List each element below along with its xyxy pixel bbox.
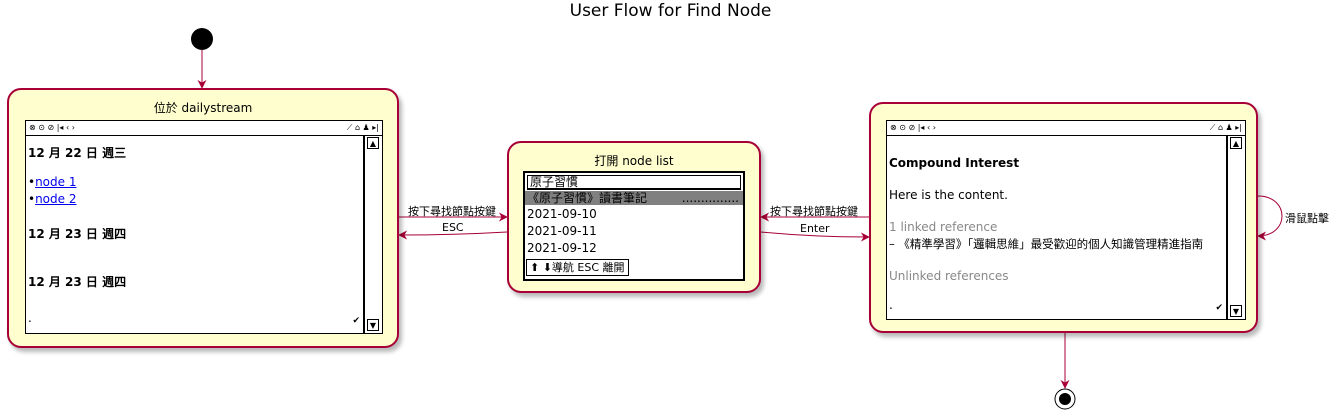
list-item-selected[interactable]: 《原子習慣》讀書筆記 ............... [525, 191, 743, 205]
unlinked-references-header[interactable]: Unlinked references [889, 269, 1009, 283]
state-dailystream: 位於 dailystream ⊗ ⊙ ⊘ |◂ ‹ › ⟋ ⌂ ♟ ▸| 12 … [7, 88, 399, 348]
mouse-click-loop [1257, 195, 1283, 241]
page-body: Here is the content. [889, 188, 1008, 202]
window-frame: ⊗ ⊙ ⊘ |◂ ‹ › ⟋ ⌂ ♟ ▸| 12 月 22 日 週三 •node… [25, 120, 383, 334]
check-circle-icon: ✔ [352, 316, 360, 326]
scroll-down-icon[interactable]: ▼ [1230, 305, 1242, 317]
search-input[interactable]: 原子習慣 [527, 175, 741, 190]
scroll-up-icon[interactable]: ▲ [1230, 137, 1242, 149]
date-heading: 12 月 22 日 週三 [28, 146, 127, 160]
transition-label-find: 按下尋找節點按鍵 [408, 205, 496, 218]
list-item-suffix: ............... [681, 191, 739, 205]
start-node-icon [191, 28, 213, 50]
scrollbar[interactable]: ▲ ▼ [364, 135, 382, 333]
linked-reference-item[interactable]: – 《精準學習》「邏輯思維」最受歡迎的個人知識管理精進指南 [889, 236, 1203, 252]
state-compound-interest: ⊗ ⊙ ⊘ |◂ ‹ › ⟋ ⌂ ♟ ▸| Compound Interest … [869, 102, 1258, 333]
search-value: 原子習慣 [530, 175, 579, 189]
list-item[interactable]: 2021-09-12 [527, 241, 597, 255]
list-item: •node 2 [28, 192, 76, 206]
node-link-2[interactable]: node 2 [35, 192, 76, 206]
node-link-1[interactable]: node 1 [35, 175, 76, 189]
footer-dot: . [889, 298, 893, 312]
content-area: Compound Interest Here is the content. 1… [887, 135, 1227, 319]
window-frame: ⊗ ⊙ ⊘ |◂ ‹ › ⟋ ⌂ ♟ ▸| Compound Interest … [886, 120, 1246, 320]
list-item[interactable]: 2021-09-10 [527, 207, 597, 221]
transition-label-mouse-click: 滑鼠點擊 [1285, 212, 1329, 225]
list-item[interactable]: 2021-09-11 [527, 224, 597, 238]
scrollbar[interactable]: ▲ ▼ [1227, 135, 1245, 319]
scroll-up-icon[interactable]: ▲ [367, 137, 379, 149]
toolbar: ⊗ ⊙ ⊘ |◂ ‹ › ⟋ ⌂ ♟ ▸| [26, 121, 382, 136]
toolbar-left-icons[interactable]: ⊗ ⊙ ⊘ |◂ ‹ › [890, 121, 936, 135]
date-heading: 12 月 23 日 週四 [28, 275, 127, 289]
list-item: •node 1 [28, 175, 76, 189]
date-heading: 12 月 23 日 週四 [28, 227, 127, 241]
state-title: 打開 node list [594, 154, 674, 168]
check-circle-icon: ✔ [1215, 303, 1223, 313]
footer-dot: . [28, 311, 32, 325]
toolbar-right-icons[interactable]: ⟋ ⌂ ♟ ▸| [347, 121, 379, 135]
state-nodelist: 打開 node list 原子習慣 《原子習慣》讀書筆記 ...........… [507, 141, 761, 293]
list-item-label: 《原子習慣》讀書筆記 [527, 191, 648, 205]
transition-label-esc: ESC [442, 221, 464, 234]
toolbar-left-icons[interactable]: ⊗ ⊙ ⊘ |◂ ‹ › [29, 121, 75, 135]
help-bar: ⬆ ⬇導航 ESC 離開 [526, 259, 629, 276]
toolbar-right-icons[interactable]: ⟋ ⌂ ♟ ▸| [1210, 121, 1242, 135]
page-title: Compound Interest [889, 156, 1020, 170]
content-area: 12 月 22 日 週三 •node 1 •node 2 12 月 23 日 週… [26, 135, 364, 333]
scroll-down-icon[interactable]: ▼ [367, 319, 379, 331]
state-title: 位於 dailystream [153, 101, 253, 115]
node-list-popup: 原子習慣 《原子習慣》讀書筆記 ............... 2021-09-… [523, 171, 745, 281]
toolbar: ⊗ ⊙ ⊘ |◂ ‹ › ⟋ ⌂ ♟ ▸| [887, 121, 1245, 136]
transition-label-find: 按下尋找節點按鍵 [770, 205, 858, 218]
linked-references-header[interactable]: 1 linked reference [889, 220, 997, 234]
transition-label-enter: Enter [800, 222, 830, 235]
